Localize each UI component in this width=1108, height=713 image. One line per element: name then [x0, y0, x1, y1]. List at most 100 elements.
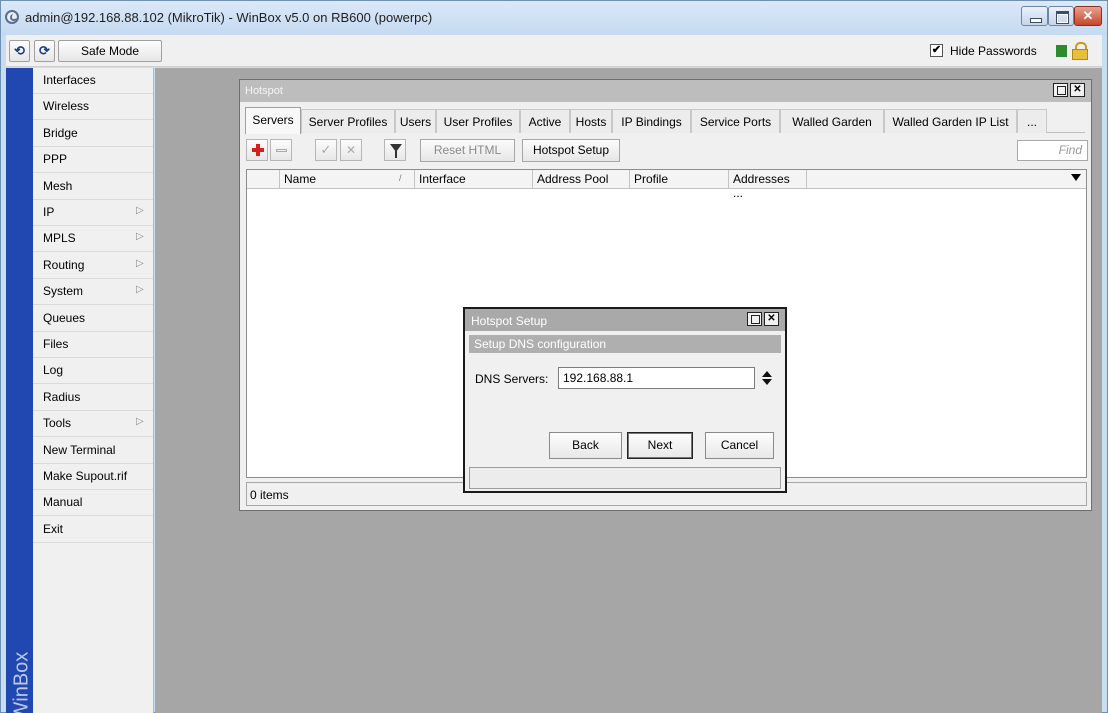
undo-button[interactable]: ⟲: [9, 40, 30, 62]
sidebar-item-label: Radius: [43, 389, 81, 404]
sidebar-item-radius[interactable]: Radius: [33, 385, 153, 411]
sidebar-item-label: Routing: [43, 257, 85, 272]
sidebar-item-make-supout-rif[interactable]: Make Supout.rif: [33, 464, 153, 490]
back-button[interactable]: Back: [549, 432, 622, 459]
main-toolbar: ⟲ ⟳ Safe Mode ✔ Hide Passwords: [6, 35, 1102, 67]
dns-servers-input[interactable]: 192.168.88.1: [558, 367, 755, 389]
submenu-arrow-icon: ▷: [136, 231, 144, 243]
hotspot-title: Hotspot: [245, 85, 283, 97]
sidebar-item-files[interactable]: Files: [33, 332, 153, 358]
tab-active[interactable]: Active: [520, 109, 570, 133]
tab-hosts[interactable]: Hosts: [570, 109, 612, 133]
minimize-button[interactable]: [1021, 6, 1048, 26]
sidebar-item-label: Queues: [43, 310, 86, 325]
item-count: 0 items: [250, 488, 289, 502]
hotspot-setup-dialog: Hotspot Setup ✕ Setup DNS configuration …: [463, 307, 787, 493]
sidebar-item-label: Log: [43, 363, 64, 378]
dialog-status-bar: [469, 467, 781, 489]
sidebar-item-label: Bridge: [43, 125, 78, 140]
cancel-button[interactable]: Cancel: [705, 432, 774, 459]
column-header-blank: [247, 170, 280, 188]
hotspot-title-bar[interactable]: Hotspot ✕: [240, 80, 1091, 102]
tab-more[interactable]: ...: [1017, 109, 1047, 133]
sidebar-item-routing[interactable]: Routing ▷: [33, 253, 153, 279]
undo-icon: ⟲: [14, 43, 25, 58]
hide-passwords-label[interactable]: Hide Passwords: [950, 44, 1037, 58]
sidebar-item-manual[interactable]: Manual: [33, 490, 153, 517]
sidebar-item-new-terminal[interactable]: New Terminal: [33, 438, 153, 464]
disable-button[interactable]: ✕: [340, 139, 362, 161]
sidebar-item-label: Wireless: [43, 99, 90, 114]
brand-strip: S WinBox: [6, 68, 33, 713]
tab-user-profiles[interactable]: User Profiles: [436, 109, 520, 133]
add-button[interactable]: [246, 139, 268, 161]
enable-button[interactable]: ✓: [315, 139, 337, 161]
sidebar-item-log[interactable]: Log: [33, 358, 153, 385]
dialog-close-icon[interactable]: ✕: [764, 312, 779, 326]
sidebar-item-wireless[interactable]: Wireless: [33, 94, 153, 121]
filter-button[interactable]: [384, 139, 406, 161]
plus-icon: [252, 144, 264, 156]
sidebar-item-queues[interactable]: Queues: [33, 306, 153, 332]
column-header-name[interactable]: Name: [280, 170, 415, 188]
sidebar-item-interfaces[interactable]: Interfaces: [33, 68, 153, 94]
column-header-profile[interactable]: Profile: [630, 170, 729, 188]
find-input[interactable]: Find: [1017, 140, 1088, 161]
sidebar-item-system[interactable]: System ▷: [33, 279, 153, 306]
maximize-button[interactable]: [1048, 6, 1074, 26]
column-header-interface[interactable]: Interface: [415, 170, 533, 188]
sidebar-item-label: Mesh: [43, 178, 73, 193]
winbox-logo-icon: [5, 10, 19, 24]
close-button[interactable]: [1074, 6, 1102, 26]
hotspot-toolbar: ✓ ✕ Reset HTML Hotspot Setup Find: [246, 137, 1089, 165]
redo-icon: ⟳: [39, 43, 50, 58]
spinner-icon[interactable]: [762, 369, 772, 387]
hide-passwords-checkbox[interactable]: ✔: [930, 44, 943, 57]
sidebar-item-label: Make Supout.rif: [43, 469, 128, 483]
hotspot-tabs: Servers Server Profiles Users User Profiles…: [245, 107, 1085, 134]
sidebar-item-label: System: [43, 284, 84, 299]
filter-icon: [390, 144, 402, 158]
reset-html-button[interactable]: Reset HTML: [420, 139, 515, 162]
sidebar-item-exit[interactable]: Exit: [33, 517, 153, 543]
sidebar-item-ppp[interactable]: PPP: [33, 147, 153, 174]
minus-icon: [276, 149, 287, 152]
tab-service-ports[interactable]: Service Ports: [691, 109, 780, 133]
title-bar[interactable]: admin@192.168.88.102 (MikroTik) - WinBox…: [1, 1, 1107, 36]
submenu-arrow-icon: ▷: [136, 205, 144, 216]
submenu-arrow-icon: ▷: [136, 416, 144, 428]
status-indicator-icon: [1056, 45, 1067, 57]
dns-servers-label: DNS Servers:: [475, 372, 549, 386]
next-button[interactable]: Next: [627, 432, 693, 459]
column-menu-icon[interactable]: [1071, 174, 1081, 181]
sidebar-item-tools[interactable]: Tools ▷: [33, 411, 153, 438]
tab-server-profiles[interactable]: Server Profiles: [301, 109, 395, 133]
sidebar-item-label: Exit: [43, 521, 64, 536]
tab-servers[interactable]: Servers: [245, 107, 301, 134]
tab-walled-garden[interactable]: Walled Garden: [780, 109, 884, 133]
maximize-icon[interactable]: [1053, 83, 1068, 97]
redo-button[interactable]: ⟳: [34, 40, 55, 62]
remove-button[interactable]: [270, 139, 292, 161]
dialog-title-bar[interactable]: Hotspot Setup ✕: [465, 309, 785, 331]
safe-mode-button[interactable]: Safe Mode: [58, 40, 162, 62]
column-header-address-pool[interactable]: Address Pool: [533, 170, 630, 188]
window-title: admin@192.168.88.102 (MikroTik) - WinBox…: [25, 10, 433, 25]
sidebar-item-ip[interactable]: IP ▷: [33, 200, 153, 226]
sidebar-item-label: PPP: [43, 152, 68, 167]
brand-text: S WinBox: [10, 651, 33, 713]
close-icon[interactable]: ✕: [1070, 83, 1085, 97]
dialog-maximize-icon[interactable]: [747, 312, 762, 326]
tab-ip-bindings[interactable]: IP Bindings: [612, 109, 691, 133]
check-icon: ✓: [320, 142, 332, 157]
sidebar-item-bridge[interactable]: Bridge: [33, 121, 153, 147]
sidebar-item-label: New Terminal: [43, 442, 116, 457]
submenu-arrow-icon: ▷: [136, 284, 144, 296]
column-header-addresses[interactable]: Addresses ...: [729, 170, 807, 200]
tab-walled-garden-ip-list[interactable]: Walled Garden IP List: [884, 109, 1017, 133]
sidebar-item-label: Files: [43, 337, 69, 351]
tab-users[interactable]: Users: [395, 109, 436, 133]
sidebar-item-mpls[interactable]: MPLS ▷: [33, 226, 153, 253]
hotspot-setup-button[interactable]: Hotspot Setup: [522, 139, 620, 162]
sidebar-item-mesh[interactable]: Mesh: [33, 174, 153, 200]
